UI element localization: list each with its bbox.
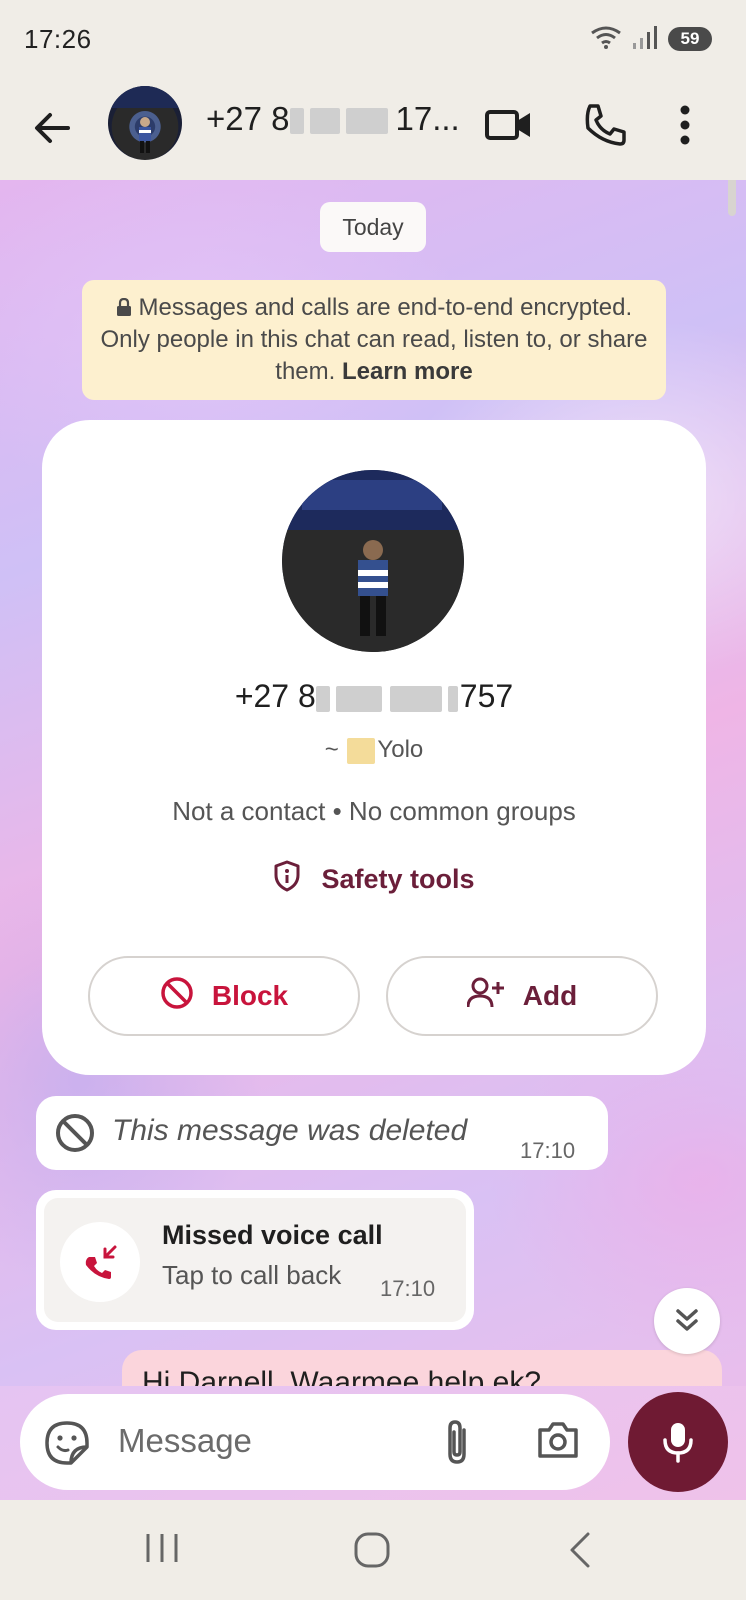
contact-info-card: +27 8 757 ~ Yolo Not a contact • No commo…: [42, 420, 706, 1075]
deleted-icon: [54, 1112, 96, 1159]
encryption-notice[interactable]: Messages and calls are end-to-end encryp…: [82, 280, 666, 400]
voice-call-icon[interactable]: [580, 100, 630, 150]
contact-title-suffix: 17...: [395, 100, 460, 137]
microphone-icon: [663, 1423, 693, 1463]
contact-status-line: Not a contact • No common groups: [172, 796, 576, 826]
more-options-icon[interactable]: [670, 100, 720, 150]
name-text: Yolo: [377, 736, 424, 763]
back-nav-icon[interactable]: [566, 1530, 596, 1575]
wifi-icon: [590, 25, 622, 54]
add-contact-button[interactable]: Add: [386, 956, 658, 1036]
contact-title[interactable]: +27 8 17...: [206, 100, 466, 138]
phone-suffix: 757: [459, 678, 514, 714]
message-time: 17:10: [520, 1138, 576, 1163]
date-chip: Today: [320, 202, 426, 252]
message-composer[interactable]: Message: [20, 1394, 610, 1490]
system-navigation-bar: [0, 1500, 746, 1600]
double-chevron-down-icon: [676, 1309, 698, 1331]
contact-push-name: ~ Yolo: [42, 736, 706, 764]
chat-header: +27 8 17...: [0, 78, 746, 180]
missed-call-title: Missed voice call: [162, 1220, 383, 1250]
status-icons: 59: [590, 25, 712, 54]
block-icon: [160, 976, 194, 1017]
message-time: 17:10: [380, 1276, 436, 1301]
safety-tools-label: Safety tools: [321, 864, 475, 894]
home-icon[interactable]: [352, 1530, 392, 1575]
phone-prefix: +27 8: [234, 678, 316, 714]
signal-icon: [632, 25, 658, 54]
safety-tools-link[interactable]: Safety tools: [42, 860, 706, 899]
video-call-icon[interactable]: [484, 100, 534, 150]
status-time: 17:26: [24, 23, 92, 54]
missed-call-icon: [60, 1222, 140, 1302]
emoji-blurred: [347, 737, 376, 764]
block-button[interactable]: Block: [88, 956, 360, 1036]
contact-title-prefix: +27 8: [206, 100, 290, 137]
deleted-message-bubble[interactable]: This message was deleted 17:10: [36, 1096, 608, 1170]
learn-more-link[interactable]: Learn more: [342, 358, 473, 385]
contact-phone-number: +27 8 757: [42, 678, 706, 715]
block-label: Block: [211, 980, 289, 1011]
contact-profile-photo[interactable]: [282, 470, 464, 652]
shield-info-icon: [273, 860, 301, 899]
missed-call-bubble[interactable]: Missed voice call Tap to call back 17:10: [36, 1190, 474, 1330]
voice-message-button[interactable]: [628, 1392, 728, 1492]
attach-icon[interactable]: [440, 1418, 474, 1471]
add-label: Add: [522, 980, 578, 1011]
contact-avatar[interactable]: [108, 86, 182, 160]
sticker-icon[interactable]: [44, 1420, 90, 1471]
status-bar: 17:26 59: [0, 0, 746, 78]
back-arrow-icon[interactable]: [30, 106, 74, 150]
recent-apps-icon[interactable]: [142, 1530, 182, 1571]
chat-conversation[interactable]: Today Messages and calls are end-to-end …: [0, 180, 746, 1500]
message-input[interactable]: Message: [118, 1422, 252, 1460]
missed-call-card[interactable]: Missed voice call Tap to call back 17:10: [44, 1198, 466, 1322]
call-back-hint: Tap to call back: [162, 1260, 342, 1290]
battery-indicator: 59: [668, 27, 712, 51]
add-person-icon: [466, 976, 505, 1017]
scrollbar[interactable]: [728, 180, 736, 216]
name-prefix: ~: [324, 736, 339, 763]
lock-icon: [116, 294, 139, 321]
deleted-message-text: This message was deleted: [112, 1114, 468, 1147]
scroll-to-bottom-button[interactable]: [654, 1288, 720, 1354]
camera-icon[interactable]: [536, 1420, 580, 1465]
